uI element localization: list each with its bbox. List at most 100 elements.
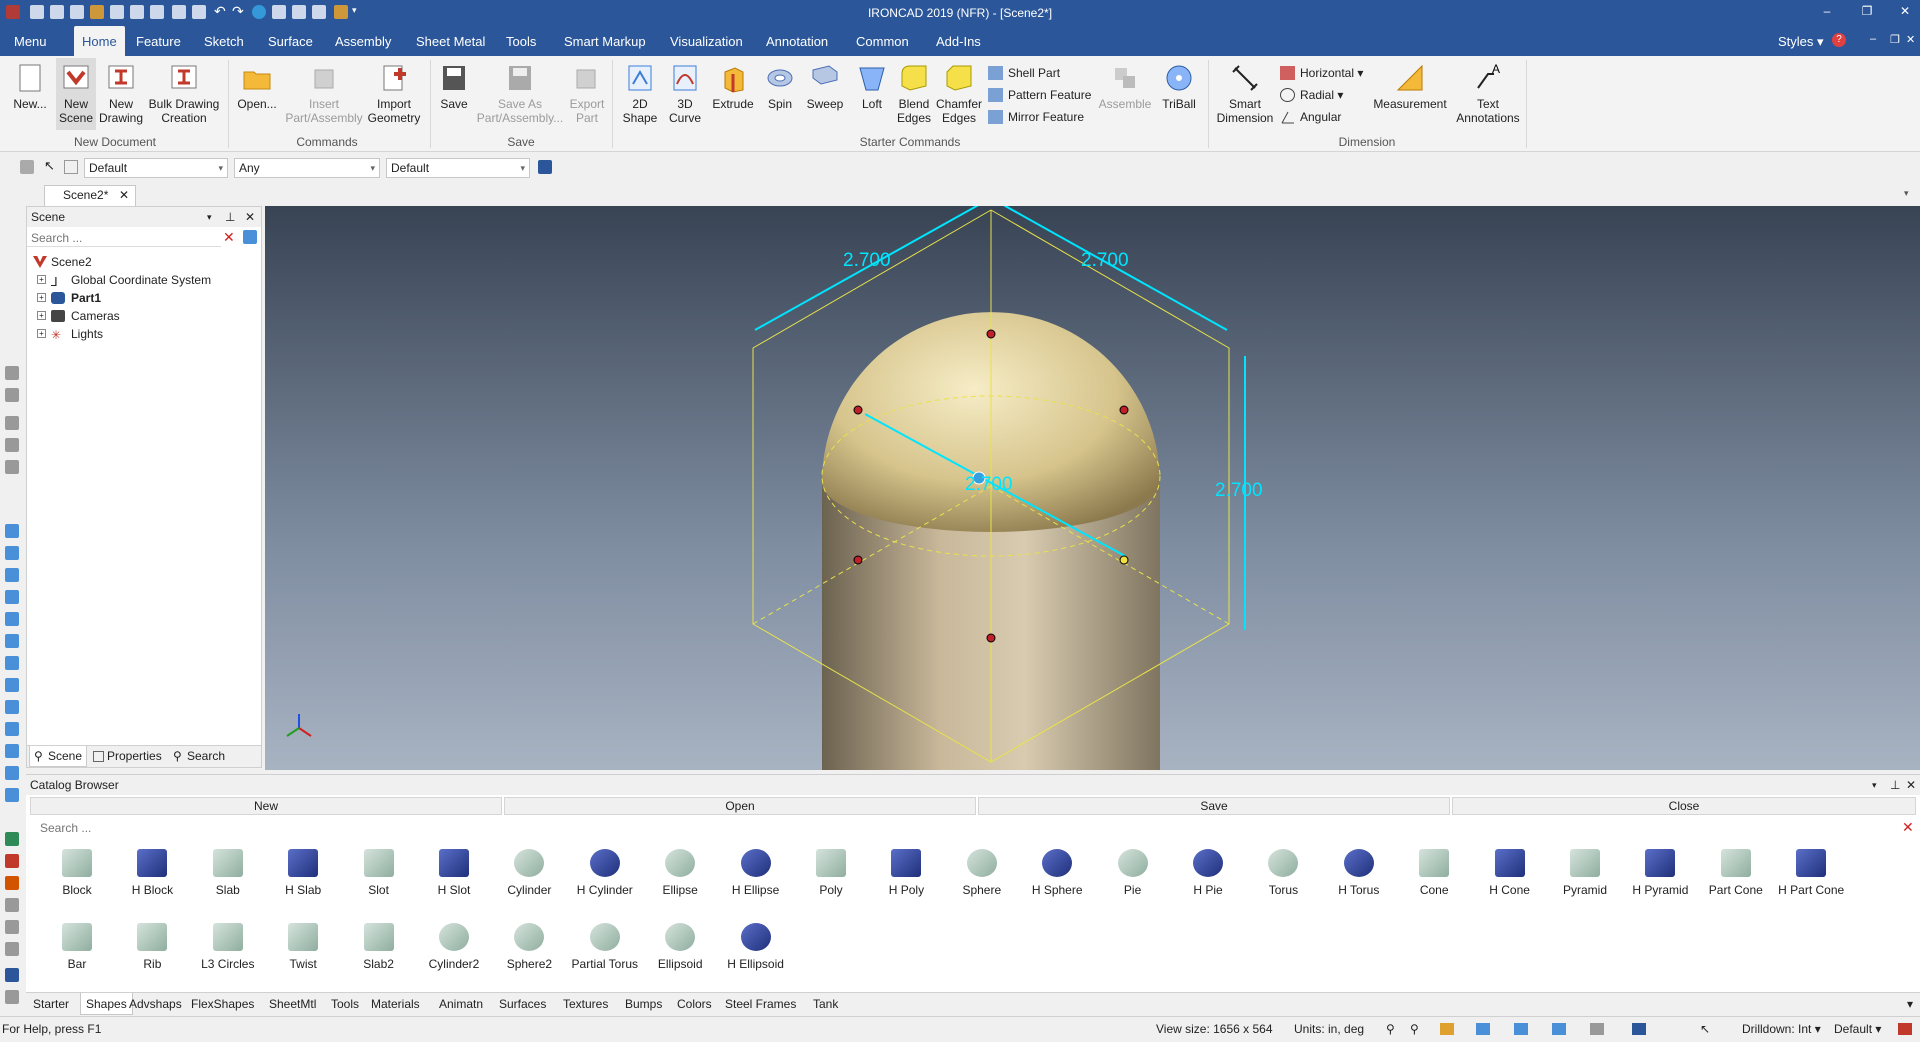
catalog-shape-item[interactable]: H Pie	[1171, 843, 1245, 911]
dimension-label-top-left[interactable]: 2.700	[843, 250, 891, 272]
minimize-button[interactable]: –	[1816, 4, 1838, 20]
camera-icon[interactable]	[1590, 1023, 1604, 1035]
panel-dropdown-icon[interactable]: ▾	[207, 207, 212, 227]
catalog-clear-search-icon[interactable]: ✕	[1902, 819, 1914, 836]
catalog-shape-item[interactable]: H Slot	[417, 843, 491, 911]
status-default-combo[interactable]: Default ▾	[1834, 1017, 1881, 1041]
save-button[interactable]: Save	[436, 62, 472, 111]
tool-icon[interactable]	[5, 416, 19, 430]
clear-search-icon[interactable]: ✕	[223, 229, 235, 246]
bulk-drawing-creation-button[interactable]: Bulk Drawing Creation	[146, 62, 222, 125]
close-panel-icon[interactable]: ✕	[245, 207, 255, 227]
hierarchy-icon[interactable]	[538, 160, 552, 174]
loft-button[interactable]: Loft	[852, 62, 892, 111]
triball-button[interactable]: TriBall	[1158, 62, 1200, 111]
drilldown-combo[interactable]: Drilldown: Int ▾	[1742, 1017, 1821, 1041]
catalog-close-icon[interactable]: ✕	[1906, 775, 1916, 795]
catalog-shape-item[interactable]: Ellipse	[643, 843, 717, 911]
catalog-shape-item[interactable]: Twist	[266, 917, 340, 985]
pin-icon[interactable]: ⊥	[225, 207, 235, 227]
text-annotations-button[interactable]: A Text Annotations	[1454, 62, 1522, 125]
catalog-tab[interactable]: Materials	[366, 993, 425, 1015]
tree-item-scene2[interactable]: Scene2	[31, 253, 92, 271]
shading-icon[interactable]	[1476, 1023, 1490, 1035]
catalog-shape-item[interactable]: Cone	[1397, 843, 1471, 911]
catalog-open-button[interactable]: Open	[504, 797, 976, 815]
catalog-shape-item[interactable]: Torus	[1246, 843, 1320, 911]
tool-icon[interactable]	[5, 722, 19, 736]
search-tab[interactable]: ⚲ Search	[169, 746, 225, 767]
selection-style-combo[interactable]: Default ▾	[84, 158, 228, 178]
blend-edges-button[interactable]: Blend Edges	[894, 62, 934, 125]
tab-visualization[interactable]: Visualization	[662, 26, 751, 56]
scene-search-input[interactable]	[27, 229, 221, 247]
spin-button[interactable]: Spin	[760, 62, 800, 111]
zoom-icon[interactable]: ⚲	[1386, 1017, 1395, 1041]
tool-icon[interactable]	[5, 366, 19, 380]
tool-icon[interactable]	[5, 546, 19, 560]
tool-icon[interactable]	[5, 744, 19, 758]
properties-tab[interactable]: Properties	[89, 746, 162, 767]
catalog-shape-item[interactable]: Pyramid	[1548, 843, 1622, 911]
tab-sheet-metal[interactable]: Sheet Metal	[408, 26, 493, 56]
section-icon[interactable]	[1552, 1023, 1566, 1035]
catalog-shape-item[interactable]: Ellipsoid	[643, 917, 717, 985]
catalog-shape-item[interactable]: Cylinder	[492, 843, 566, 911]
select-cursor-icon[interactable]: ↖	[1700, 1017, 1710, 1041]
expand-icon[interactable]: +	[37, 275, 46, 284]
tool-icon[interactable]	[5, 788, 19, 802]
catalog-shape-item[interactable]: H Cone	[1473, 843, 1547, 911]
catalog-shape-item[interactable]: Slot	[342, 843, 416, 911]
search-options-icon[interactable]	[243, 230, 257, 244]
tree-item-lights[interactable]: + ✳ Lights	[31, 325, 103, 343]
tab-smart-markup[interactable]: Smart Markup	[556, 26, 654, 56]
tool-icon[interactable]	[5, 438, 19, 452]
tool-icon[interactable]	[5, 460, 19, 474]
view-orient-icon[interactable]	[1440, 1023, 1454, 1035]
tab-surface[interactable]: Surface	[260, 26, 321, 56]
catalog-shape-item[interactable]: H Pyramid	[1623, 843, 1697, 911]
tool-icon[interactable]	[5, 634, 19, 648]
tool-icon[interactable]	[5, 656, 19, 670]
display-icon[interactable]	[1514, 1023, 1528, 1035]
catalog-shape-item[interactable]: H Block	[115, 843, 189, 911]
dimension-label-center[interactable]: 2.700	[965, 474, 1013, 496]
close-window-button[interactable]: ✕	[1894, 4, 1916, 20]
tool-icon[interactable]	[5, 968, 19, 982]
3d-viewport[interactable]: 2.700 2.700 2.700 2.700	[265, 206, 1920, 770]
catalog-new-button[interactable]: New	[30, 797, 502, 815]
tool-icon[interactable]	[5, 678, 19, 692]
catalog-pin-icon[interactable]: ⊥	[1890, 775, 1900, 795]
tab-sketch[interactable]: Sketch	[196, 26, 252, 56]
insert-part-assembly-button[interactable]: Insert Part/Assembly	[282, 62, 366, 125]
catalog-shape-item[interactable]: Partial Torus	[568, 917, 642, 985]
tool-icon[interactable]	[5, 766, 19, 780]
tool-icon[interactable]	[5, 568, 19, 582]
restore-button[interactable]: ❐	[1856, 4, 1878, 20]
tab-menu[interactable]: Menu	[6, 26, 55, 56]
catalog-shape-item[interactable]: H Ellipsoid	[719, 917, 793, 985]
catalog-tab[interactable]: Textures	[558, 993, 613, 1015]
ribbon-minimize-icon[interactable]: –	[1870, 33, 1876, 45]
tree-item-global-coordinate-system[interactable]: + ⅃ Global Coordinate System	[31, 271, 211, 289]
new-drawing-button[interactable]: New Drawing	[98, 62, 144, 125]
tab-feature[interactable]: Feature	[128, 26, 189, 56]
tree-item-part1[interactable]: + Part1	[31, 289, 101, 307]
catalog-shape-item[interactable]: Cylinder2	[417, 917, 491, 985]
expand-icon[interactable]: +	[37, 311, 46, 320]
catalog-search-input[interactable]	[40, 819, 1920, 837]
dimension-label-height[interactable]: 2.700	[1215, 480, 1263, 502]
catalog-shape-item[interactable]: H Sphere	[1020, 843, 1094, 911]
render-mode-icon[interactable]	[1632, 1023, 1646, 1035]
scene-tab[interactable]: ⚲ Scene	[29, 746, 88, 767]
tab-list-dropdown-icon[interactable]: ▾	[1904, 188, 1909, 199]
catalog-dropdown-icon[interactable]: ▾	[1872, 775, 1877, 795]
catalog-tab[interactable]: Tools	[326, 993, 364, 1015]
new-scene-button[interactable]: New Scene	[56, 58, 96, 130]
catalog-tab[interactable]: Colors	[672, 993, 717, 1015]
tool-icon[interactable]	[5, 388, 19, 402]
tool-icon[interactable]	[5, 612, 19, 626]
tab-add-ins[interactable]: Add-Ins	[928, 26, 989, 56]
open-button[interactable]: Open...	[234, 62, 280, 111]
styles-dropdown[interactable]: Styles ▾	[1770, 26, 1832, 56]
